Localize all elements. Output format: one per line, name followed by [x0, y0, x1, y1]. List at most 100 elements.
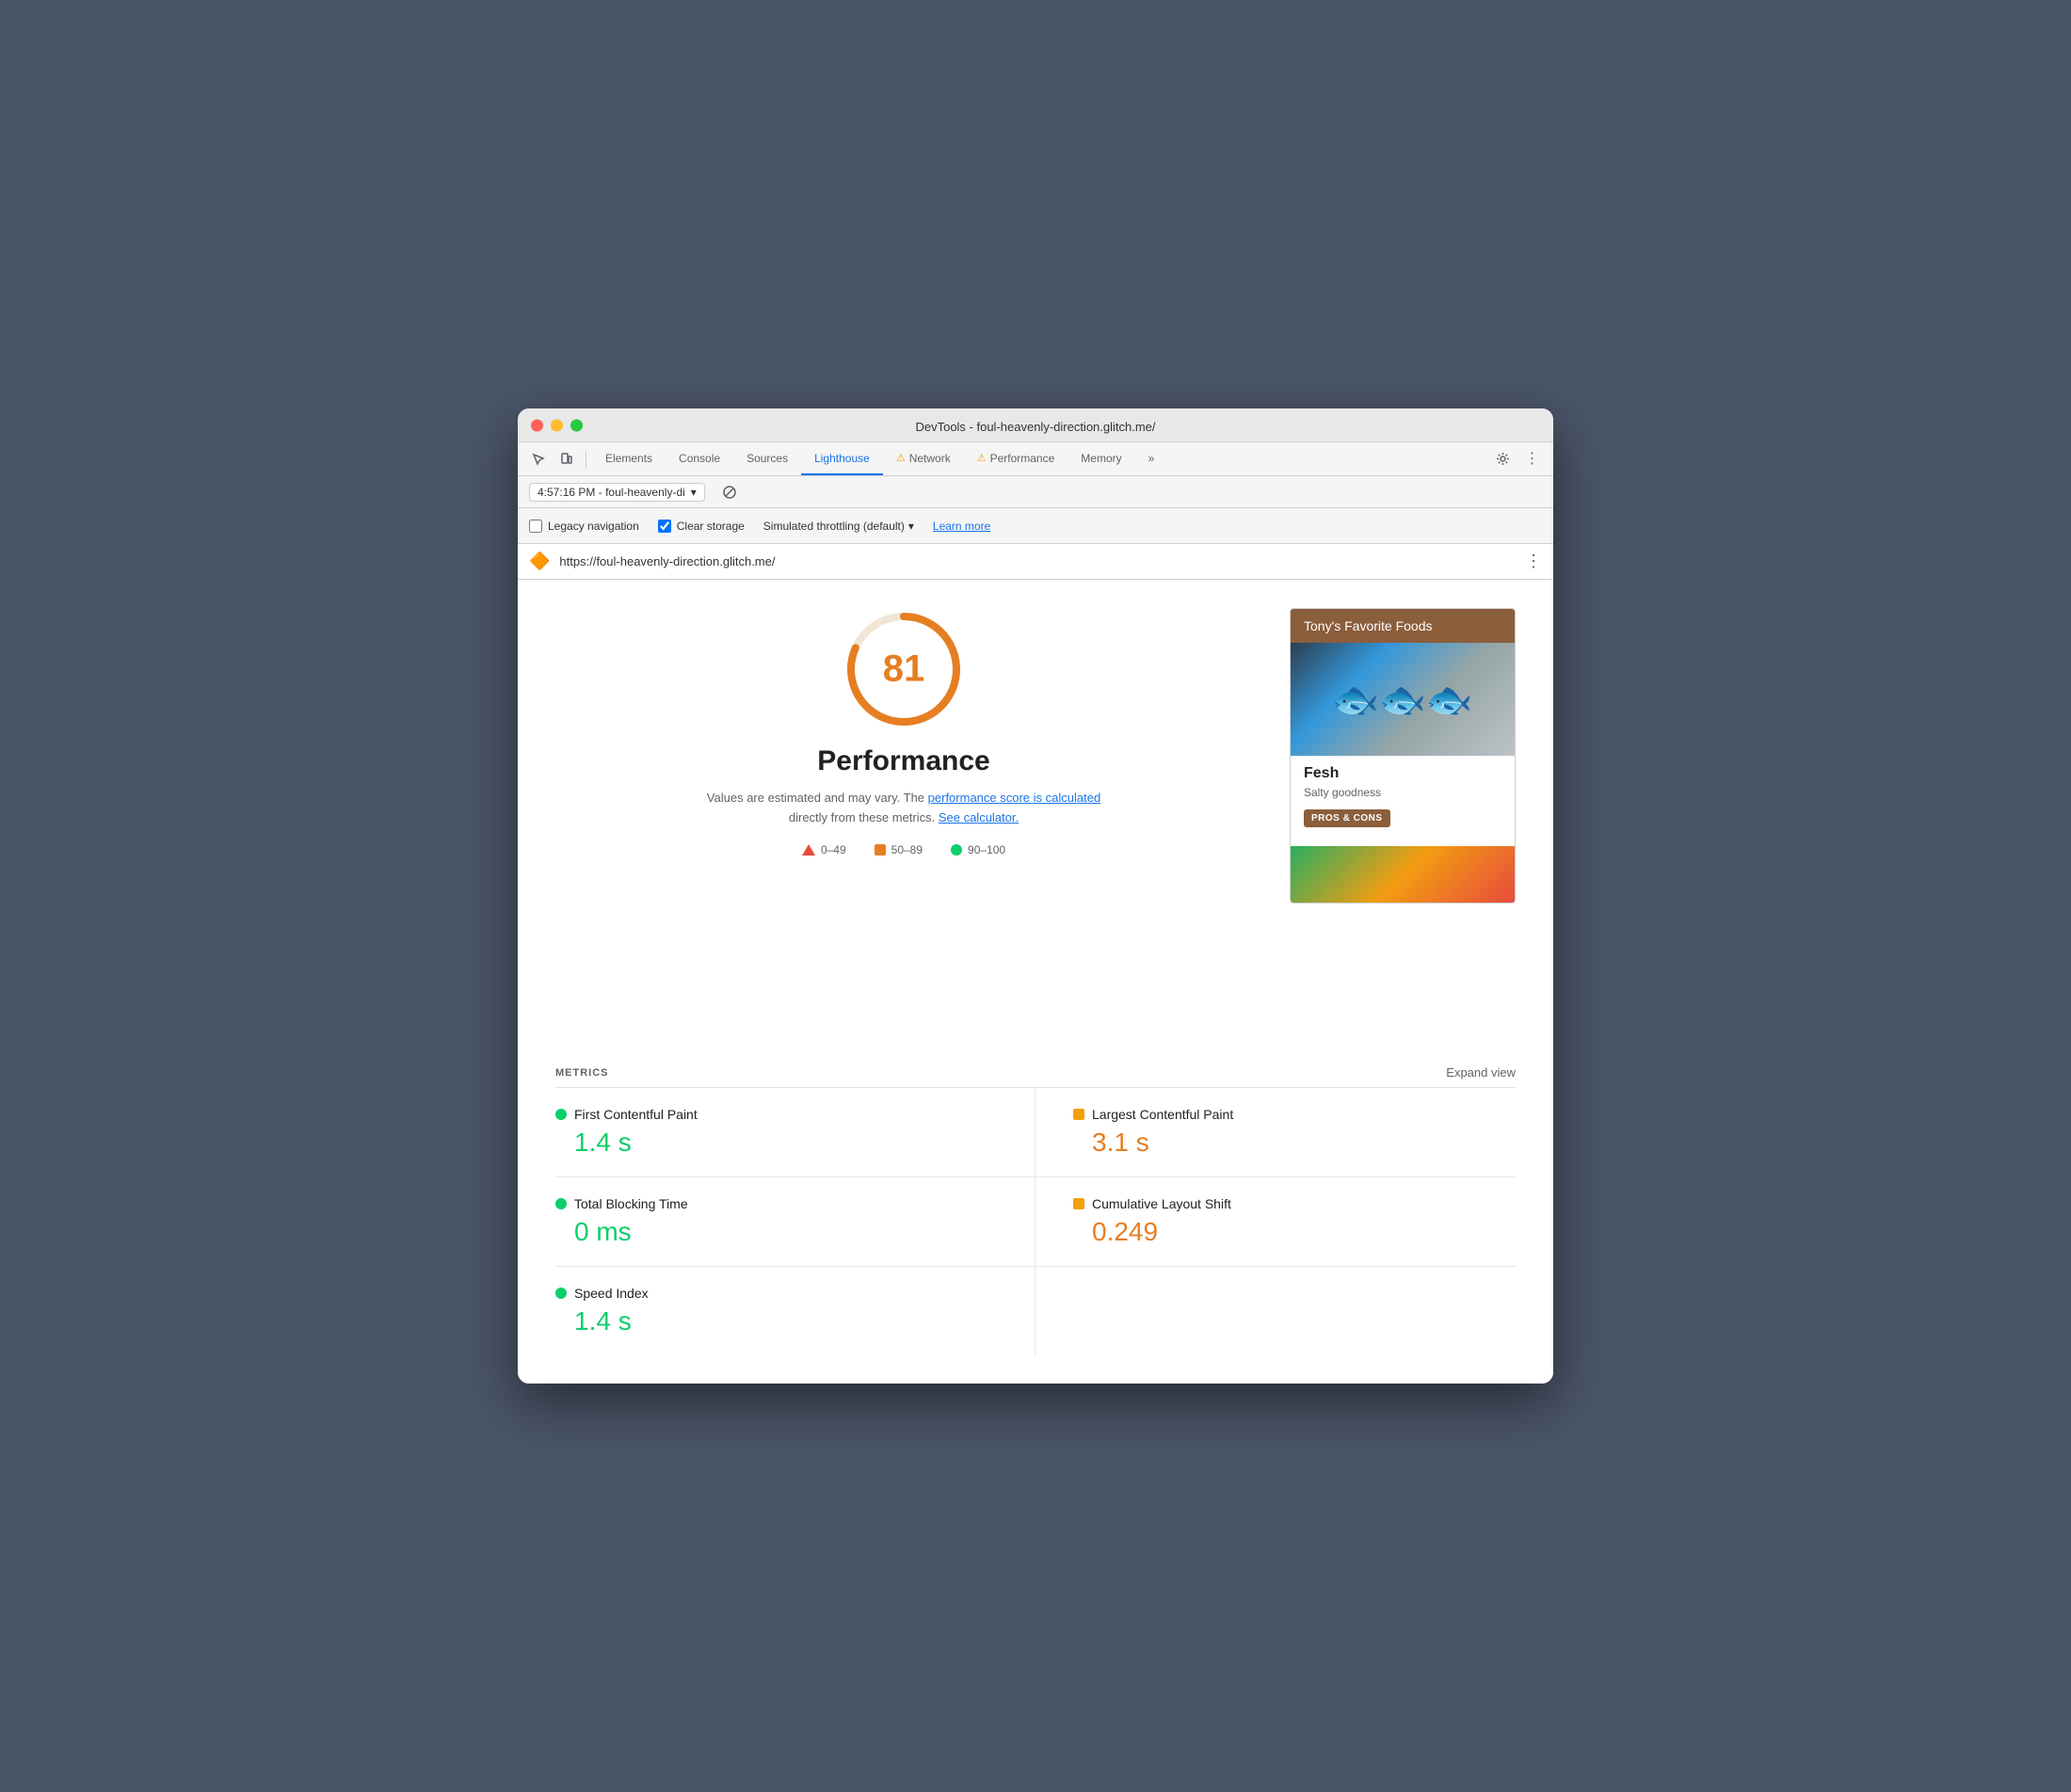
- more-menu-button[interactable]: ⋮: [1519, 446, 1546, 472]
- url-bar-more-icon[interactable]: ⋮: [1525, 552, 1542, 571]
- tbt-status-dot: [555, 1198, 567, 1209]
- url-bar: 🔶 https://foul-heavenly-direction.glitch…: [518, 544, 1553, 580]
- metrics-label: METRICS: [555, 1067, 609, 1079]
- preview-food-desc: Salty goodness: [1304, 786, 1501, 799]
- legend-pass: 90–100: [951, 843, 1005, 856]
- metric-lcp-value: 3.1 s: [1073, 1128, 1516, 1158]
- window-title: DevTools - foul-heavenly-direction.glitc…: [915, 420, 1155, 434]
- score-title: Performance: [817, 745, 989, 777]
- metrics-section: METRICS Expand view First Contentful Pai…: [518, 1050, 1553, 1384]
- session-time-value: 4:57:16 PM: [538, 486, 595, 499]
- metrics-grid: First Contentful Paint 1.4 s Largest Con…: [555, 1088, 1516, 1355]
- metric-cls-value: 0.249: [1073, 1217, 1516, 1247]
- learn-more-link[interactable]: Learn more: [933, 520, 990, 533]
- session-toolbar: 4:57:16 PM - foul-heavenly-di ▾: [518, 476, 1553, 508]
- clear-storage-checkbox[interactable]: [658, 520, 671, 533]
- tab-elements-label: Elements: [605, 452, 652, 465]
- metric-si: Speed Index 1.4 s: [555, 1267, 1036, 1355]
- devtools-toolbar: Elements Console Sources Lighthouse ⚠ Ne…: [518, 442, 1553, 476]
- tabs-container: Elements Console Sources Lighthouse ⚠ Ne…: [592, 442, 1487, 475]
- legacy-nav-checkbox[interactable]: [529, 520, 542, 533]
- perf-score-link[interactable]: performance score is calculated: [928, 791, 1101, 805]
- gear-icon: [1496, 452, 1510, 466]
- tab-memory-label: Memory: [1081, 452, 1121, 465]
- throttling-container: Simulated throttling (default) ▾: [763, 520, 914, 533]
- legend-fail-range: 0–49: [821, 843, 846, 856]
- preview-fish-image: 🐟🐟🐟: [1291, 643, 1515, 756]
- metric-fcp-value: 1.4 s: [555, 1128, 997, 1158]
- score-desc-start: Values are estimated and may vary. The: [707, 791, 924, 805]
- clear-storage-checkbox-label[interactable]: Clear storage: [658, 520, 745, 533]
- metric-cls-name: Cumulative Layout Shift: [1092, 1196, 1231, 1211]
- maximize-button[interactable]: [570, 419, 583, 431]
- website-preview: Tony's Favorite Foods 🐟🐟🐟 Fesh Salty goo…: [1290, 608, 1516, 904]
- score-description: Values are estimated and may vary. The p…: [697, 789, 1111, 828]
- tab-memory[interactable]: Memory: [1068, 442, 1134, 475]
- cls-status-square: [1073, 1198, 1084, 1209]
- page-icon: 🔶: [529, 552, 550, 571]
- block-icon-button[interactable]: [716, 479, 743, 505]
- clear-storage-label: Clear storage: [677, 520, 745, 533]
- device-toolbar-button[interactable]: [554, 446, 580, 472]
- score-legend: 0–49 50–89 90–100: [802, 843, 1005, 856]
- metrics-header: METRICS Expand view: [555, 1050, 1516, 1088]
- metric-tbt-value: 0 ms: [555, 1217, 997, 1247]
- metric-lcp-header: Largest Contentful Paint: [1073, 1107, 1516, 1122]
- lcp-status-square: [1073, 1109, 1084, 1120]
- pros-cons-button[interactable]: PROS & CONS: [1304, 809, 1390, 827]
- metric-si-value: 1.4 s: [555, 1306, 997, 1336]
- average-square-icon: [875, 844, 886, 856]
- metric-cls-header: Cumulative Layout Shift: [1073, 1196, 1516, 1211]
- score-gauge: 81: [843, 608, 965, 730]
- tab-performance-label: Performance: [990, 452, 1055, 465]
- cursor-icon: [532, 453, 545, 466]
- minimize-button[interactable]: [551, 419, 563, 431]
- tab-performance[interactable]: ⚠ Performance: [964, 442, 1068, 475]
- metric-fcp: First Contentful Paint 1.4 s: [555, 1088, 1036, 1177]
- expand-view-button[interactable]: Expand view: [1446, 1065, 1516, 1080]
- tab-sources[interactable]: Sources: [733, 442, 801, 475]
- preview-content: Fesh Salty goodness PROS & CONS: [1291, 756, 1515, 846]
- close-button[interactable]: [531, 419, 543, 431]
- devtools-window: DevTools - foul-heavenly-direction.glitc…: [518, 408, 1553, 1384]
- url-text: https://foul-heavenly-direction.glitch.m…: [559, 554, 1516, 568]
- preview-body: 🐟🐟🐟 Fesh Salty goodness PROS & CONS: [1291, 643, 1515, 903]
- settings-button[interactable]: [1489, 446, 1516, 472]
- tab-sources-label: Sources: [747, 452, 788, 465]
- metric-tbt-name: Total Blocking Time: [574, 1196, 688, 1211]
- calculator-link[interactable]: See calculator.: [939, 810, 1019, 824]
- tab-more[interactable]: »: [1135, 442, 1168, 475]
- session-site-value: foul-heavenly-di: [605, 486, 685, 499]
- preview-second-image: [1291, 846, 1515, 903]
- throttling-label: Simulated throttling (default): [763, 520, 905, 533]
- session-dropdown[interactable]: 4:57:16 PM - foul-heavenly-di ▾: [529, 483, 705, 502]
- fail-triangle-icon: [802, 844, 815, 856]
- main-content: 81 Performance Values are estimated and …: [518, 580, 1553, 1050]
- preview-site-name: Tony's Favorite Foods: [1304, 618, 1433, 633]
- network-warning-icon: ⚠: [896, 452, 906, 464]
- legacy-nav-checkbox-label[interactable]: Legacy navigation: [529, 520, 639, 533]
- tab-elements[interactable]: Elements: [592, 442, 666, 475]
- pass-dot-icon: [951, 844, 962, 856]
- inspect-element-button[interactable]: [525, 446, 552, 472]
- fcp-status-dot: [555, 1109, 567, 1120]
- tab-console-label: Console: [679, 452, 720, 465]
- session-dropdown-icon: ▾: [691, 486, 697, 499]
- legend-average-range: 50–89: [891, 843, 923, 856]
- metric-fcp-name: First Contentful Paint: [574, 1107, 698, 1122]
- metric-si-header: Speed Index: [555, 1286, 997, 1301]
- metric-lcp-name: Largest Contentful Paint: [1092, 1107, 1233, 1122]
- session-time: 4:57:16 PM - foul-heavenly-di: [538, 486, 685, 499]
- traffic-lights: [531, 419, 583, 431]
- tab-lighthouse[interactable]: Lighthouse: [801, 442, 883, 475]
- vertical-dots-icon: ⋮: [1525, 452, 1541, 467]
- metric-tbt-header: Total Blocking Time: [555, 1196, 997, 1211]
- score-desc-mid: directly from these metrics.: [789, 810, 935, 824]
- metric-lcp: Largest Contentful Paint 3.1 s: [1036, 1088, 1516, 1177]
- more-tabs-icon: »: [1148, 452, 1155, 465]
- performance-warning-icon: ⚠: [977, 452, 987, 464]
- circle-slash-icon: [723, 486, 736, 499]
- metric-tbt: Total Blocking Time 0 ms: [555, 1177, 1036, 1267]
- tab-console[interactable]: Console: [666, 442, 733, 475]
- tab-network[interactable]: ⚠ Network: [883, 442, 964, 475]
